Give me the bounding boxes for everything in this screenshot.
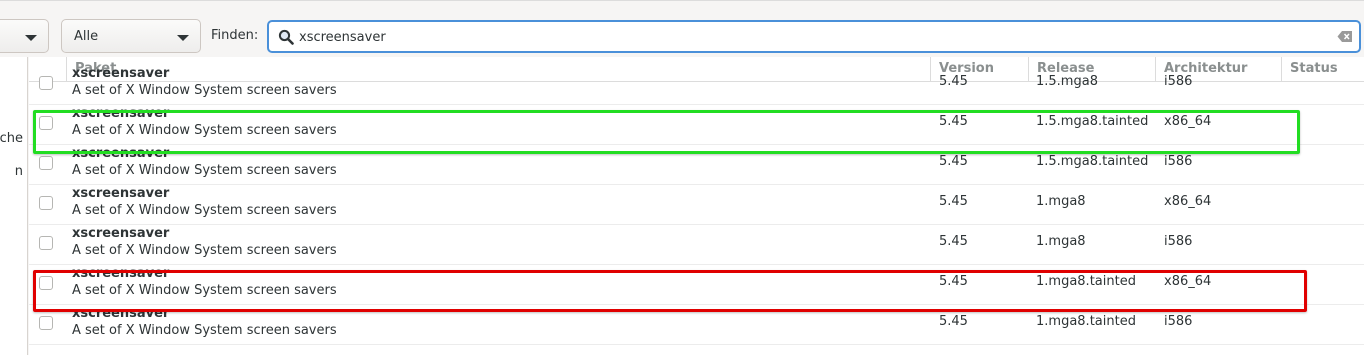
table-row[interactable]: xscreensaver A set of X Window System scr… [29,105,1364,145]
search-field[interactable] [267,20,1361,53]
package-name: xscreensaver [72,226,170,241]
arch-cell: i586 [1164,314,1193,329]
package-name: xscreensaver [72,266,170,281]
package-description: A set of X Window System screen savers [72,243,337,258]
find-label: Finden: [211,28,259,43]
category-dropdown[interactable] [0,19,49,53]
sidebar-item[interactable]: che [0,131,23,146]
table-row[interactable]: xscreensaver A set of X Window System scr… [29,145,1364,185]
row-checkbox[interactable] [39,156,53,170]
row-checkbox[interactable] [39,236,53,250]
group-sidebar: che n [0,57,28,355]
release-cell: 1.5.mga8 [1036,74,1098,89]
version-cell: 5.45 [939,314,968,329]
row-checkbox[interactable] [39,76,53,90]
chevron-down-icon [25,35,37,41]
package-name: xscreensaver [72,66,170,81]
arch-cell: i586 [1164,74,1193,89]
arch-cell: x86_64 [1164,194,1212,209]
version-cell: 5.45 [939,234,968,249]
status-filter-value: Alle [74,29,99,44]
version-cell: 5.45 [939,194,968,209]
package-description: A set of X Window System screen savers [72,123,337,138]
package-description: A set of X Window System screen savers [72,283,337,298]
filter-toolbar: Alle Finden: [0,0,1364,57]
row-checkbox[interactable] [39,276,53,290]
search-icon [278,29,294,45]
clear-text-icon[interactable] [1337,30,1353,43]
release-cell: 1.5.mga8.tainted [1036,114,1149,129]
package-description: A set of X Window System screen savers [72,163,337,178]
version-cell: 5.45 [939,114,968,129]
release-cell: 1.5.mga8.tainted [1036,154,1149,169]
package-name: xscreensaver [72,306,170,321]
row-checkbox[interactable] [39,196,53,210]
package-name: xscreensaver [72,186,170,201]
package-table: Paket Version Release Architektur Status… [29,57,1364,355]
search-input[interactable] [299,27,1299,47]
arch-cell: x86_64 [1164,114,1212,129]
arch-cell: i586 [1164,234,1193,249]
package-description: A set of X Window System screen savers [72,203,337,218]
version-cell: 5.45 [939,74,968,89]
release-cell: 1.mga8.tainted [1036,314,1136,329]
release-cell: 1.mga8.tainted [1036,274,1136,289]
version-cell: 5.45 [939,274,968,289]
table-row[interactable]: xscreensaver A set of X Window System scr… [29,225,1364,265]
package-name: xscreensaver [72,146,170,161]
release-cell: 1.mga8 [1036,194,1086,209]
chevron-down-icon [177,35,189,41]
table-row[interactable]: xscreensaver A set of X Window System scr… [29,65,1364,105]
row-checkbox[interactable] [39,116,53,130]
table-row[interactable]: xscreensaver A set of X Window System scr… [29,185,1364,225]
version-cell: 5.45 [939,154,968,169]
package-description: A set of X Window System screen savers [72,83,337,98]
package-name: xscreensaver [72,106,170,121]
release-cell: 1.mga8 [1036,234,1086,249]
arch-cell: i586 [1164,154,1193,169]
table-row[interactable]: xscreensaver A set of X Window System scr… [29,265,1364,305]
package-description: A set of X Window System screen savers [72,323,337,338]
sidebar-item[interactable]: n [15,164,23,179]
status-filter-dropdown[interactable]: Alle [61,19,201,53]
arch-cell: x86_64 [1164,274,1212,289]
table-row[interactable]: xscreensaver A set of X Window System scr… [29,305,1364,345]
row-checkbox[interactable] [39,316,53,330]
